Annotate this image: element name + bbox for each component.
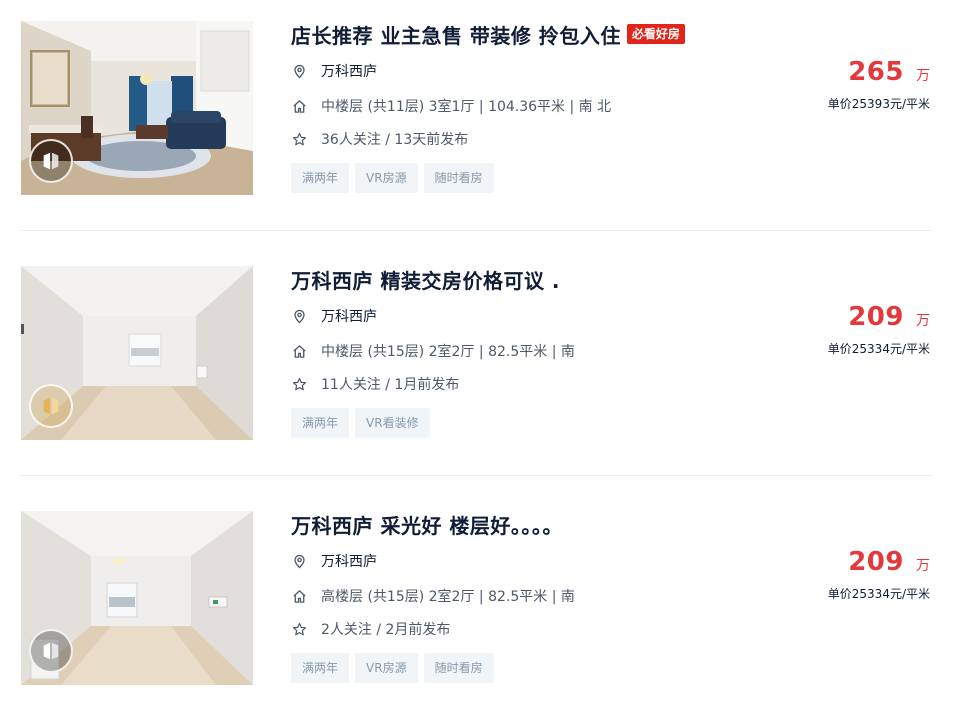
unit-price: 单价25334元/平米 [827, 342, 930, 356]
price-block: 209 万 单价25334元/平米 [790, 547, 930, 602]
follow-info-row: 11人关注 / 1月前发布 [291, 374, 459, 394]
listing-tags: 满两年 VR房源 随时看房 [291, 653, 500, 683]
follow-info-text: 2人关注 / 2月前发布 [321, 622, 451, 638]
total-price-value: 209 [848, 302, 904, 332]
listing-divider [21, 230, 932, 231]
address-row: 万科西庐 [291, 551, 377, 571]
listing-title-row: 店长推荐 业主急售 带装修 拎包入住 必看好房 [291, 20, 811, 49]
listing-title-link[interactable]: 万科西庐 采光好 楼层好。。。。 [291, 510, 563, 539]
house-listing-list: 店长推荐 业主急售 带装修 拎包入住 必看好房 万科西庐 中楼层 (共11层) … [0, 0, 968, 712]
location-pin-icon [291, 63, 307, 79]
listing-title-row: 万科西庐 采光好 楼层好。。。。 [291, 510, 811, 539]
price-block: 209 万 单价25334元/平米 [790, 302, 930, 357]
community-link[interactable]: 万科西庐 [321, 61, 377, 81]
total-price-unit: 万 [916, 558, 930, 574]
follow-info-text: 11人关注 / 1月前发布 [321, 377, 460, 393]
total-price-unit: 万 [916, 68, 930, 84]
listing-tags: 满两年 VR房源 随时看房 [291, 163, 500, 193]
community-link[interactable]: 万科西庐 [321, 306, 377, 326]
address-row: 万科西庐 [291, 306, 377, 326]
unit-price: 单价25393元/平米 [827, 97, 930, 111]
address-row: 万科西庐 [291, 61, 377, 81]
star-icon [291, 621, 307, 637]
feature-tag: VR房源 [355, 163, 418, 193]
house-icon [291, 343, 307, 359]
total-price: 209 万 [790, 547, 930, 579]
house-info-text: 中楼层 (共11层) 3室1厅 | 104.36平米 | 南 北 [321, 99, 612, 115]
listing-info: 万科西庐 精装交房价格可议 . 万科西庐 中楼层 (共15层) 2室2厅 | 8… [291, 265, 811, 438]
total-price-unit: 万 [916, 313, 930, 329]
listing-info: 店长推荐 业主急售 带装修 拎包入住 必看好房 万科西庐 中楼层 (共11层) … [291, 20, 811, 193]
location-pin-icon [291, 553, 307, 569]
vr-badge[interactable] [29, 139, 73, 183]
listing-card: 店长推荐 业主急售 带装修 拎包入住 必看好房 万科西庐 中楼层 (共11层) … [21, 21, 932, 196]
follow-info-row: 36人关注 / 13天前发布 [291, 129, 468, 149]
vr-logo-icon [43, 397, 59, 415]
listing-card: 万科西庐 精装交房价格可议 . 万科西庐 中楼层 (共15层) 2室2厅 | 8… [21, 266, 932, 441]
listing-photo[interactable] [21, 21, 253, 195]
listing-title-link[interactable]: 店长推荐 业主急售 带装修 拎包入住 [291, 20, 621, 49]
listing-info: 万科西庐 采光好 楼层好。。。。 万科西庐 高楼层 (共15层) 2室2厅 | … [291, 510, 811, 683]
listing-title-row: 万科西庐 精装交房价格可议 . [291, 265, 811, 294]
house-info-text: 中楼层 (共15层) 2室2厅 | 82.5平米 | 南 [321, 344, 575, 360]
house-info-row: 中楼层 (共11层) 3室1厅 | 104.36平米 | 南 北 [291, 96, 611, 116]
listing-tags: 满两年 VR看装修 [291, 408, 436, 438]
vr-badge[interactable] [29, 384, 73, 428]
hot-listing-tag: 必看好房 [626, 24, 685, 44]
price-block: 265 万 单价25393元/平米 [790, 57, 930, 112]
total-price: 265 万 [790, 57, 930, 89]
listing-title-link[interactable]: 万科西庐 精装交房价格可议 . [291, 265, 560, 294]
location-pin-icon [291, 308, 307, 324]
total-price-value: 209 [848, 547, 904, 577]
house-info-row: 高楼层 (共15层) 2室2厅 | 82.5平米 | 南 [291, 586, 575, 606]
listing-card: 万科西庐 采光好 楼层好。。。。 万科西庐 高楼层 (共15层) 2室2厅 | … [21, 511, 932, 686]
house-icon [291, 98, 307, 114]
house-icon [291, 588, 307, 604]
house-info-row: 中楼层 (共15层) 2室2厅 | 82.5平米 | 南 [291, 341, 575, 361]
listing-divider [21, 475, 932, 476]
vr-logo-icon [43, 642, 59, 660]
feature-tag: 满两年 [291, 653, 350, 683]
vr-logo-icon [43, 152, 59, 170]
community-link[interactable]: 万科西庐 [321, 551, 377, 571]
feature-tag: 随时看房 [423, 653, 494, 683]
follow-info-text: 36人关注 / 13天前发布 [321, 132, 469, 148]
feature-tag: VR看装修 [355, 408, 430, 438]
follow-info-row: 2人关注 / 2月前发布 [291, 619, 450, 639]
star-icon [291, 131, 307, 147]
total-price-value: 265 [848, 57, 904, 87]
house-info-text: 高楼层 (共15层) 2室2厅 | 82.5平米 | 南 [321, 589, 575, 605]
total-price: 209 万 [790, 302, 930, 334]
unit-price: 单价25334元/平米 [827, 587, 930, 601]
vr-badge[interactable] [29, 629, 73, 673]
feature-tag: 随时看房 [423, 163, 494, 193]
feature-tag: 满两年 [291, 408, 350, 438]
star-icon [291, 376, 307, 392]
listing-photo[interactable] [21, 511, 253, 685]
feature-tag: 满两年 [291, 163, 350, 193]
feature-tag: VR房源 [355, 653, 418, 683]
listing-photo[interactable] [21, 266, 253, 440]
